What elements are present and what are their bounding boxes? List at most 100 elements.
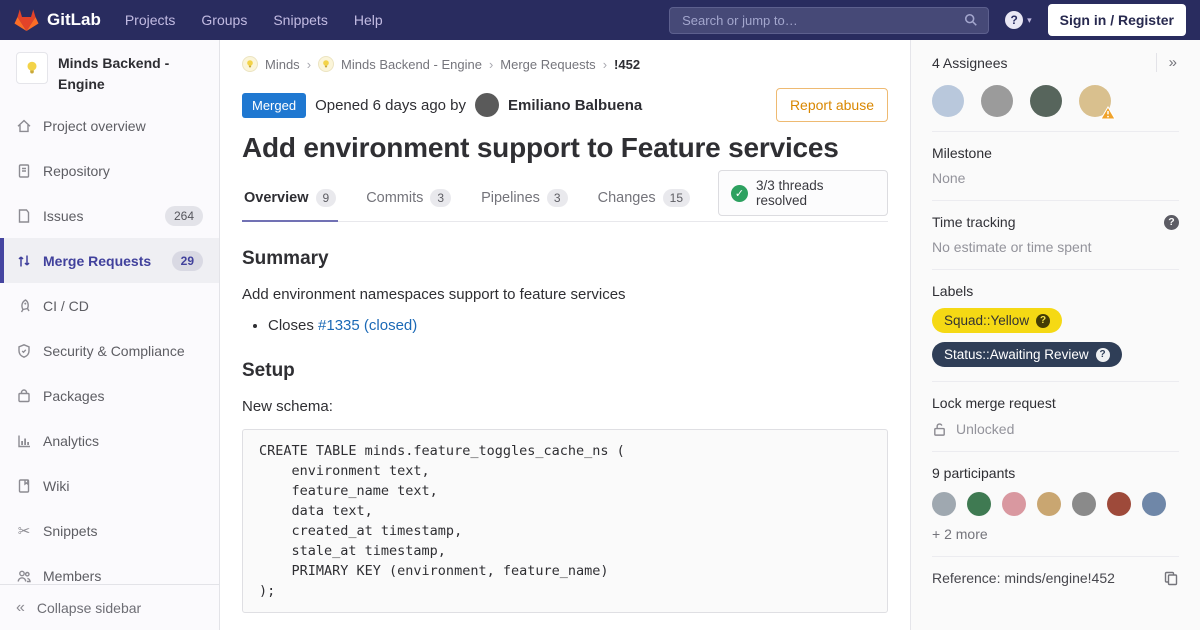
time-tracking-label: Time tracking bbox=[932, 214, 1016, 230]
help-icon[interactable]: ? bbox=[1164, 215, 1179, 230]
breadcrumb-minds[interactable]: Minds bbox=[265, 57, 300, 72]
milestone-value: None bbox=[932, 170, 1179, 186]
sidebar-item-label: Packages bbox=[43, 388, 104, 404]
sidebar-item-issues[interactable]: Issues 264 bbox=[0, 193, 219, 238]
participants-section: 9 participants + 2 more bbox=[932, 451, 1179, 556]
sidebar-item-label: Security & Compliance bbox=[43, 343, 185, 359]
chart-icon bbox=[16, 433, 32, 449]
tab-count-badge: 3 bbox=[547, 189, 568, 207]
participant-avatar[interactable] bbox=[1002, 492, 1026, 516]
collapse-sidebar-button[interactable]: « Collapse sidebar bbox=[0, 584, 219, 630]
search-box bbox=[669, 7, 989, 34]
sidebar-item-label: Members bbox=[43, 568, 101, 584]
scoped-label-help-icon: ? bbox=[1036, 314, 1050, 328]
participant-avatar[interactable] bbox=[1142, 492, 1166, 516]
sidebar-item-security[interactable]: Security & Compliance bbox=[0, 328, 219, 373]
sidebar-item-wiki[interactable]: Wiki bbox=[0, 463, 219, 508]
reference-text: Reference: minds/engine!452 bbox=[932, 570, 1115, 586]
scoped-label-help-icon: ? bbox=[1096, 348, 1110, 362]
author-name[interactable]: Emiliano Balbuena bbox=[508, 97, 642, 114]
breadcrumb-project[interactable]: Minds Backend - Engine bbox=[341, 57, 482, 72]
brand-wordmark[interactable]: GitLab bbox=[47, 10, 101, 30]
tab-overview[interactable]: Overview 9 bbox=[242, 179, 338, 222]
package-icon bbox=[16, 388, 32, 404]
label-text: Squad::Yellow bbox=[944, 313, 1029, 328]
threads-resolved-button[interactable]: ✓ 3/3 threads resolved bbox=[718, 170, 888, 216]
chevron-down-icon: ▾ bbox=[1027, 15, 1032, 26]
search-input[interactable] bbox=[680, 12, 964, 29]
sidebar-item-snippets[interactable]: ✂ Snippets bbox=[0, 508, 219, 553]
sidebar-item-label: Merge Requests bbox=[43, 253, 151, 269]
nav-snippets[interactable]: Snippets bbox=[273, 12, 327, 28]
sidebar-item-repository[interactable]: Repository bbox=[0, 148, 219, 193]
participant-avatar[interactable] bbox=[1107, 492, 1131, 516]
more-participants-link[interactable]: + 2 more bbox=[932, 526, 988, 542]
tab-changes[interactable]: Changes 15 bbox=[596, 179, 692, 222]
copy-icon[interactable] bbox=[1163, 570, 1179, 586]
collapse-right-sidebar-icon[interactable]: » bbox=[1156, 53, 1179, 72]
nav-groups[interactable]: Groups bbox=[201, 12, 247, 28]
project-context-header[interactable]: Minds Backend - Engine bbox=[0, 40, 219, 103]
participants-label: 9 participants bbox=[932, 465, 1179, 481]
sidebar-item-label: CI / CD bbox=[43, 298, 89, 314]
sidebar-item-label: Project overview bbox=[43, 118, 146, 134]
issue-link[interactable]: #1335 (closed) bbox=[318, 317, 417, 334]
left-sidebar: Minds Backend - Engine Project overview … bbox=[0, 40, 220, 630]
participant-avatar[interactable] bbox=[1072, 492, 1096, 516]
rocket-icon bbox=[16, 298, 32, 314]
home-icon bbox=[16, 118, 32, 134]
right-sidebar: 4 Assignees » Milestone None Time tracki… bbox=[910, 40, 1200, 630]
label-status-awaiting-review[interactable]: Status::Awaiting Review ? bbox=[932, 342, 1122, 367]
tab-count-badge: 3 bbox=[430, 189, 451, 207]
mr-title: Add environment support to Feature servi… bbox=[242, 132, 888, 164]
warning-icon bbox=[1100, 106, 1116, 120]
nav-help[interactable]: Help bbox=[354, 12, 383, 28]
assignee-avatar[interactable] bbox=[1079, 85, 1111, 117]
label-squad-yellow[interactable]: Squad::Yellow ? bbox=[932, 308, 1062, 333]
milestone-section: Milestone None bbox=[932, 131, 1179, 200]
merged-status-badge: Merged bbox=[242, 93, 306, 118]
lock-section: Lock merge request Unlocked bbox=[932, 381, 1179, 451]
merge-requests-count-badge: 29 bbox=[172, 251, 203, 271]
tab-count-badge: 9 bbox=[316, 189, 337, 207]
time-tracking-section: Time tracking ? No estimate or time spen… bbox=[932, 200, 1179, 269]
assignee-avatar[interactable] bbox=[932, 85, 964, 117]
participant-avatar[interactable] bbox=[932, 492, 956, 516]
tab-label: Overview bbox=[244, 190, 309, 206]
question-icon: ? bbox=[1005, 11, 1023, 29]
report-abuse-button[interactable]: Report abuse bbox=[776, 88, 888, 122]
sign-in-button[interactable]: Sign in / Register bbox=[1048, 4, 1186, 36]
sidebar-item-project-overview[interactable]: Project overview bbox=[0, 103, 219, 148]
top-navbar: GitLab Projects Groups Snippets Help ? ▾… bbox=[0, 0, 1200, 40]
nav-projects[interactable]: Projects bbox=[125, 12, 176, 28]
breadcrumb-separator: › bbox=[603, 57, 607, 72]
assignee-avatar[interactable] bbox=[1030, 85, 1062, 117]
assignees-section: 4 Assignees » bbox=[932, 40, 1179, 131]
milestone-label: Milestone bbox=[932, 145, 1179, 161]
mr-status-row: Merged Opened 6 days ago by Emiliano Bal… bbox=[242, 88, 888, 122]
search-icon[interactable] bbox=[964, 13, 978, 27]
help-menu[interactable]: ? ▾ bbox=[1005, 11, 1032, 29]
sidebar-item-label: Wiki bbox=[43, 478, 69, 494]
participant-avatar[interactable] bbox=[967, 492, 991, 516]
sidebar-item-packages[interactable]: Packages bbox=[0, 373, 219, 418]
sidebar-item-label: Issues bbox=[43, 208, 83, 224]
sidebar-item-ci-cd[interactable]: CI / CD bbox=[0, 283, 219, 328]
participant-avatar[interactable] bbox=[1037, 492, 1061, 516]
project-name: Minds Backend - Engine bbox=[58, 53, 203, 95]
sidebar-item-analytics[interactable]: Analytics bbox=[0, 418, 219, 463]
sidebar-item-merge-requests[interactable]: Merge Requests 29 bbox=[0, 238, 219, 283]
breadcrumb-merge-requests[interactable]: Merge Requests bbox=[500, 57, 595, 72]
tab-commits[interactable]: Commits 3 bbox=[364, 179, 453, 222]
lightbulb-icon bbox=[321, 59, 331, 69]
reference-section: Reference: minds/engine!452 bbox=[932, 556, 1179, 600]
breadcrumb-separator: › bbox=[489, 57, 493, 72]
assignee-avatar[interactable] bbox=[981, 85, 1013, 117]
gitlab-logo-icon[interactable] bbox=[14, 8, 39, 32]
threads-resolved-label: 3/3 threads resolved bbox=[756, 178, 875, 208]
sidebar-item-label: Analytics bbox=[43, 433, 99, 449]
issues-icon bbox=[16, 208, 32, 224]
tab-pipelines[interactable]: Pipelines 3 bbox=[479, 179, 570, 222]
project-avatar-small bbox=[318, 56, 334, 72]
author-avatar[interactable] bbox=[475, 93, 499, 117]
